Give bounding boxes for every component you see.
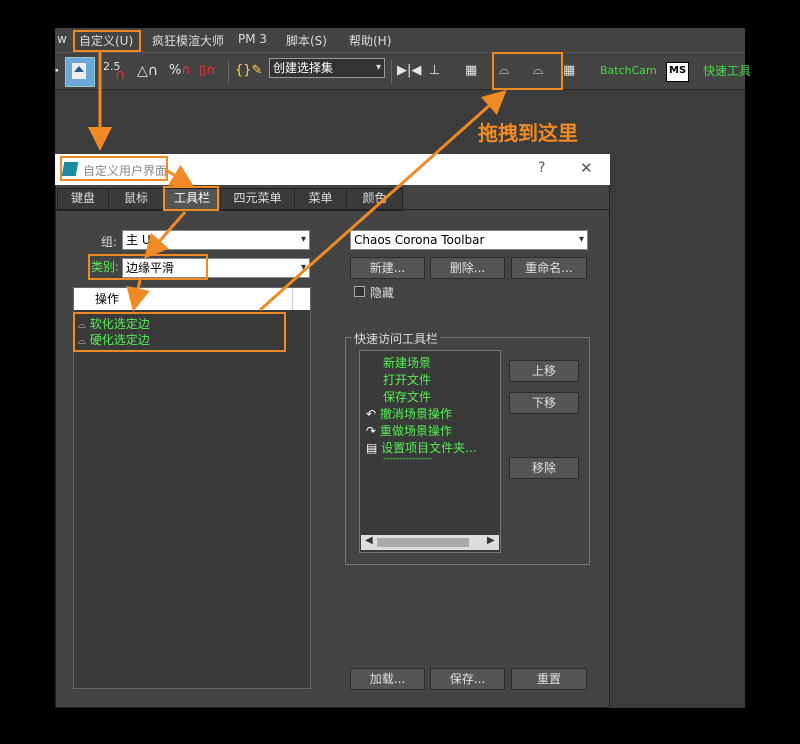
annotation-arrows	[88, 52, 507, 312]
arrow-to-toolbar-tab	[165, 164, 195, 188]
arrow-to-category	[144, 211, 187, 259]
arrow-to-actions	[126, 279, 150, 312]
arrow-drag-to-toolbar	[259, 90, 507, 312]
